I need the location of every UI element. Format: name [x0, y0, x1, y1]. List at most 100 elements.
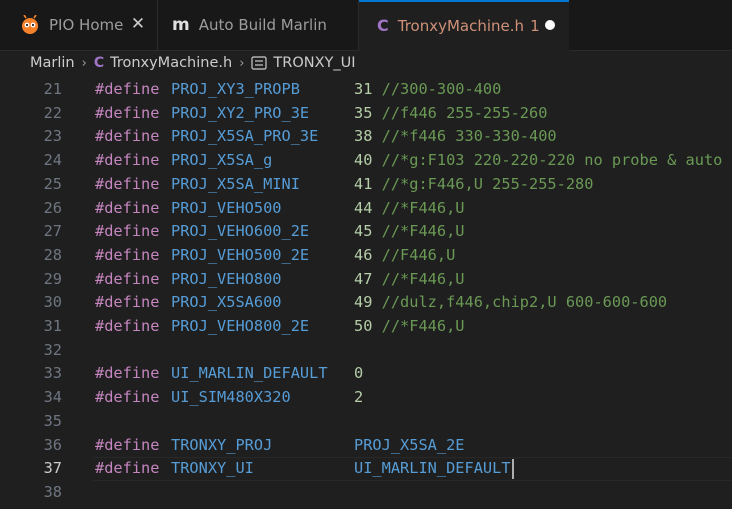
line-comment: //*g:F446,U 255-255-280 [372, 174, 594, 193]
code-line[interactable]: 29 #define PROJ_VEHO800 47 //*F446,U [0, 268, 732, 292]
line-number: 21 [43, 80, 62, 98]
preprocessor-keyword: #define [95, 80, 160, 98]
tab-auto-build-marlin[interactable]: m Auto Build Marlin [158, 0, 359, 50]
macro-value: 46 //F446,U [354, 244, 455, 268]
preprocessor-keyword: #define [95, 388, 160, 407]
value-token: PROJ_X5SA_2E [354, 435, 465, 454]
value-token: 45 [354, 222, 373, 241]
code-line[interactable]: 23 #define PROJ_X5SA_PRO_3E 38 //*f446 330-… [0, 125, 732, 149]
line-comment: //dulz,f446,chip2,U 600-600-600 [372, 293, 668, 312]
macro-name: PROJ_X5SA_MINI [171, 174, 300, 193]
macro-name: PROJ_XY3_PROPB [171, 80, 300, 98]
macro-value: 41 //*g:F446,U 255-255-280 [354, 173, 593, 197]
preprocessor-keyword: #define [95, 269, 160, 288]
breadcrumb-folder[interactable]: Marlin [30, 55, 75, 71]
code-line[interactable]: 35 [0, 410, 732, 434]
value-token: UI_MARLIN_DEFAULT [354, 459, 511, 478]
line-number: 37 [43, 459, 62, 478]
line-number: 36 [43, 435, 62, 454]
editor-tab-bar: PIO Home ✕ m Auto Build Marlin C TronxyM… [0, 0, 732, 51]
code-line[interactable]: 30 #define PROJ_X5SA600 49 //dulz,f446,chip… [0, 291, 732, 315]
line-comment: //f446 255-255-260 [372, 103, 548, 122]
code-line[interactable]: 28 #define PROJ_VEHO500_2E 46 //F446,U [0, 244, 732, 268]
breadcrumb-file[interactable]: TronxyMachine.h [110, 55, 232, 71]
breadcrumb-symbol[interactable]: TRONXY_UI [273, 55, 355, 71]
macro-name: PROJ_VEHO500 [171, 198, 282, 217]
line-number: 30 [43, 293, 62, 312]
line-number: 25 [43, 174, 62, 193]
code-line[interactable]: 25 #define PROJ_X5SA_MINI 41 //*g:F446,U 25… [0, 173, 732, 197]
macro-name: PROJ_VEHO800 [171, 269, 282, 288]
line-comment: //F446,U [372, 245, 456, 264]
close-icon[interactable]: ✕ [129, 15, 147, 33]
c-language-icon: C [93, 55, 105, 71]
macro-name: UI_SIM480X320 [171, 388, 291, 407]
line-number: 23 [43, 127, 62, 146]
code-line[interactable]: 37 #define TRONXY_UI UI_MARLIN_DEFAULT [0, 457, 732, 481]
macro-name: PROJ_VEHO800_2E [171, 317, 310, 335]
macro-value: 0 [354, 362, 363, 386]
line-number: 38 [43, 482, 62, 501]
line-comment: //*g:F103 220-220-220 no probe & auto [372, 151, 723, 170]
value-token: 49 [354, 293, 373, 312]
code-line[interactable]: 22 #define PROJ_XY2_PRO_3E 35 //f446 255-25… [0, 102, 732, 126]
code-editor[interactable]: 21 #define PROJ_XY3_PROPB 31 //300-300-400 2… [0, 78, 732, 509]
macro-value: 49 //dulz,f446,chip2,U 600-600-600 [354, 291, 667, 315]
preprocessor-keyword: #define [95, 103, 160, 122]
macro-value: 35 //f446 255-255-260 [354, 102, 547, 126]
macro-name: PROJ_X5SA_g [171, 151, 273, 170]
preprocessor-keyword: #define [95, 317, 160, 335]
code-line[interactable]: 27 #define PROJ_VEHO600_2E 45 //*F446,U [0, 220, 732, 244]
problem-count-badge: 1 [530, 16, 540, 35]
preprocessor-keyword: #define [95, 198, 160, 217]
preprocessor-keyword: #define [95, 293, 160, 312]
line-number: 34 [43, 388, 62, 407]
chevron-right-icon: › [239, 55, 245, 71]
value-token: 47 [354, 269, 373, 288]
marlin-m-icon: m [172, 15, 190, 35]
value-token: 31 [354, 80, 373, 98]
preprocessor-keyword: #define [95, 459, 160, 478]
tab-tronxymachine-h[interactable]: C TronxyMachine.h 1 [359, 0, 569, 51]
value-token: 50 [354, 317, 373, 335]
code-line[interactable]: 34 #define UI_SIM480X320 2 [0, 386, 732, 410]
preprocessor-keyword: #define [95, 435, 160, 454]
code-line[interactable]: 38 [0, 481, 732, 505]
macro-value: PROJ_X5SA_2E [354, 434, 465, 458]
line-number: 24 [43, 151, 62, 170]
line-number: 35 [43, 411, 62, 430]
line-number: 32 [43, 340, 62, 359]
value-token: 38 [354, 127, 373, 146]
code-line[interactable]: 32 [0, 339, 732, 363]
code-line[interactable]: 31 #define PROJ_VEHO800_2E 50 //*F446,U [0, 315, 732, 339]
line-comment: //*F446,U [372, 269, 465, 288]
line-number: 27 [43, 222, 62, 241]
macro-value: 47 //*F446,U [354, 268, 465, 292]
unsaved-dot-icon[interactable] [545, 20, 555, 30]
platformio-ant-icon [20, 15, 40, 35]
code-line[interactable]: 33 #define UI_MARLIN_DEFAULT 0 [0, 362, 732, 386]
code-line[interactable]: 26 #define PROJ_VEHO500 44 //*F446,U [0, 197, 732, 221]
line-number: 26 [43, 198, 62, 217]
code-line[interactable]: 36 #define TRONXY_PROJ PROJ_X5SA_2E [0, 434, 732, 458]
text-cursor [511, 458, 514, 479]
tab-pio-home[interactable]: PIO Home ✕ [0, 0, 158, 50]
macro-value: 31 //300-300-400 [354, 78, 501, 102]
code-line[interactable]: 21 #define PROJ_XY3_PROPB 31 //300-300-400 [0, 78, 732, 102]
macro-name: TRONXY_UI [171, 459, 254, 478]
value-token: 44 [354, 198, 373, 217]
line-comment: //*F446,U [372, 317, 465, 335]
line-comment: //*F446,U [372, 222, 465, 241]
macro-value: UI_MARLIN_DEFAULT [354, 457, 514, 481]
value-token: 35 [354, 103, 373, 122]
macro-value: 45 //*F446,U [354, 220, 465, 244]
macro-value: 40 //*g:F103 220-220-220 no probe & auto [354, 149, 722, 173]
value-token: 41 [354, 174, 373, 193]
code-line[interactable]: 24 #define PROJ_X5SA_g 40 //*g:F103 220-220… [0, 149, 732, 173]
preprocessor-keyword: #define [95, 127, 160, 146]
c-language-icon: C [377, 16, 389, 35]
tab-label: PIO Home [49, 16, 124, 34]
macro-name: PROJ_VEHO500_2E [171, 245, 310, 264]
line-comment: //300-300-400 [372, 80, 502, 98]
tab-label: Auto Build Marlin [198, 16, 327, 34]
